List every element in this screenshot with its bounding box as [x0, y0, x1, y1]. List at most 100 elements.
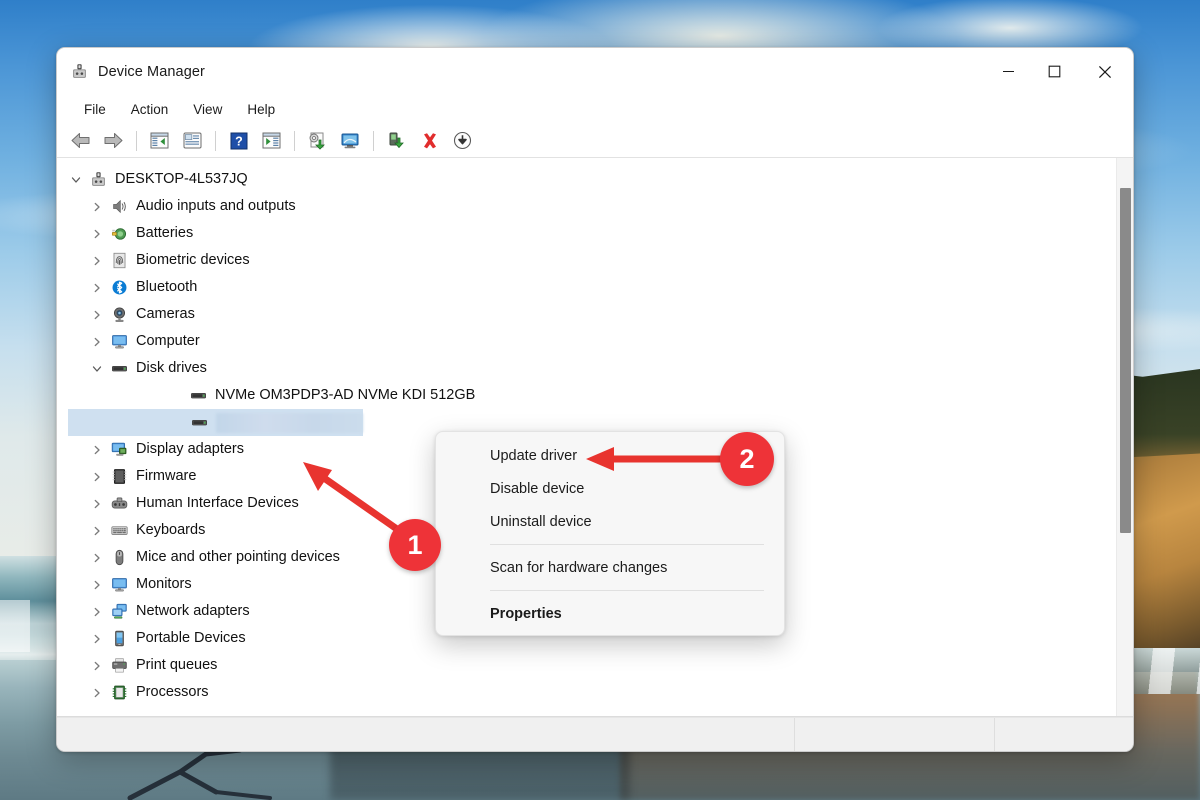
menu-help[interactable]: Help [236, 99, 286, 120]
tree-label: Human Interface Devices [136, 495, 299, 512]
chevron-right-icon[interactable] [86, 580, 108, 590]
menu-bar: File Action View Help [57, 95, 1133, 124]
tree-label: NVMe OM3PDP3-AD NVMe KDI 512GB [215, 387, 476, 404]
network-adapter-icon [108, 603, 130, 620]
speaker-icon [108, 198, 130, 215]
forward-button[interactable] [98, 127, 129, 155]
chevron-right-icon[interactable] [86, 499, 108, 509]
tree-row-processors[interactable]: Processors [57, 679, 1133, 706]
tree-label: Display adapters [136, 441, 244, 458]
enable-device-icon [389, 132, 404, 148]
chevron-right-icon[interactable] [86, 310, 108, 320]
chevron-right-icon[interactable] [86, 202, 108, 212]
maximize-button[interactable] [1031, 48, 1077, 95]
fingerprint-icon [108, 252, 130, 269]
annotation-badge-2: 2 [720, 432, 774, 486]
scan-for-hardware-changes-button[interactable] [335, 127, 366, 155]
chevron-right-icon[interactable] [86, 283, 108, 293]
scan-for-hardware-changes-icon [341, 133, 359, 148]
toolbar: ? [57, 124, 1133, 158]
monitor-icon [108, 576, 130, 593]
uninstall-device-button[interactable] [414, 127, 445, 155]
annotation-badge-1: 1 [389, 519, 441, 571]
context-menu-separator [490, 590, 764, 591]
status-cell-3 [995, 718, 1133, 751]
printer-icon [108, 657, 130, 674]
vertical-scrollbar[interactable] [1116, 158, 1133, 716]
mouse-icon [108, 549, 130, 566]
show-hide-action-pane-icon [262, 132, 281, 149]
chevron-right-icon[interactable] [86, 256, 108, 266]
menu-view[interactable]: View [182, 99, 233, 120]
chevron-right-icon[interactable] [86, 661, 108, 671]
context-menu-separator [490, 544, 764, 545]
context-menu-item-uninstall-device[interactable]: Uninstall device [436, 505, 784, 538]
chevron-right-icon[interactable] [86, 607, 108, 617]
display-adapter-icon [108, 441, 130, 458]
tree-row-batteries[interactable]: Batteries [57, 220, 1133, 247]
chevron-right-icon[interactable] [86, 526, 108, 536]
processor-icon [108, 684, 130, 701]
chevron-right-icon[interactable] [86, 445, 108, 455]
chevron-right-icon[interactable] [86, 553, 108, 563]
disk-drive-icon [187, 387, 209, 404]
help-icon: ? [230, 132, 247, 149]
tree-row-print-queues[interactable]: Print queues [57, 652, 1133, 679]
window-title: Device Manager [98, 63, 205, 80]
desktop-background: Device Manager File Action View Help ? D… [0, 0, 1200, 800]
scrollbar-thumb[interactable] [1120, 188, 1131, 533]
computer-root-icon [87, 171, 109, 188]
minimize-icon [1002, 70, 1014, 73]
maximize-icon [1048, 65, 1060, 78]
toolbar-separator [215, 130, 216, 151]
back-icon [71, 133, 90, 148]
toolbar-separator [136, 130, 137, 151]
close-button[interactable] [1077, 48, 1133, 95]
menu-file[interactable]: File [73, 99, 117, 120]
wallpaper-driftwood-branch [127, 748, 272, 800]
tree-row-nvme-disk[interactable]: NVMe OM3PDP3-AD NVMe KDI 512GB [57, 382, 1133, 409]
tree-row-audio[interactable]: Audio inputs and outputs [57, 193, 1133, 220]
chevron-down-icon[interactable] [86, 364, 108, 374]
tree-row-biometric[interactable]: Biometric devices [57, 247, 1133, 274]
disable-device-icon [453, 131, 472, 150]
svg-text:?: ? [235, 134, 243, 148]
tree-label: Mice and other pointing devices [136, 549, 340, 566]
chevron-right-icon[interactable] [86, 472, 108, 482]
disable-device-button[interactable] [447, 127, 478, 155]
chevron-right-icon[interactable] [86, 337, 108, 347]
chevron-right-icon[interactable] [86, 688, 108, 698]
update-driver-button[interactable] [302, 127, 333, 155]
title-bar[interactable]: Device Manager [57, 48, 1133, 95]
chevron-down-icon[interactable] [65, 175, 87, 185]
device-manager-icon [73, 64, 86, 78]
minimize-button[interactable] [985, 48, 1031, 95]
enable-device-button[interactable] [381, 127, 412, 155]
help-button[interactable]: ? [223, 127, 254, 155]
title-bar-left: Device Manager [57, 63, 205, 80]
back-button[interactable] [65, 127, 96, 155]
tree-row-bluetooth[interactable]: Bluetooth [57, 274, 1133, 301]
chevron-right-icon[interactable] [86, 229, 108, 239]
context-menu-item-properties[interactable]: Properties [436, 597, 784, 630]
show-hide-console-tree-button[interactable] [144, 127, 175, 155]
tree-label: Keyboards [136, 522, 206, 539]
keyboard-icon [108, 522, 130, 539]
properties-icon [183, 132, 202, 149]
tree-label: Monitors [136, 576, 192, 593]
tree-row-cameras[interactable]: Cameras [57, 301, 1133, 328]
device-manager-window: Device Manager File Action View Help ? D… [56, 47, 1134, 752]
chevron-right-icon[interactable] [86, 634, 108, 644]
show-hide-action-pane-button[interactable] [256, 127, 287, 155]
status-cell-1 [57, 718, 795, 751]
tree-row-computer[interactable]: Computer [57, 328, 1133, 355]
menu-action[interactable]: Action [120, 99, 180, 120]
battery-icon [108, 225, 130, 242]
tree-row-selected-disk[interactable] [68, 409, 363, 436]
context-menu-item-scan-for-hardware-changes[interactable]: Scan for hardware changes [436, 551, 784, 584]
close-icon [1098, 65, 1112, 78]
tree-label: Network adapters [136, 603, 250, 620]
tree-row-root[interactable]: DESKTOP-4L537JQ [57, 166, 1133, 193]
tree-row-disk-drives[interactable]: Disk drives [57, 355, 1133, 382]
properties-button[interactable] [177, 127, 208, 155]
